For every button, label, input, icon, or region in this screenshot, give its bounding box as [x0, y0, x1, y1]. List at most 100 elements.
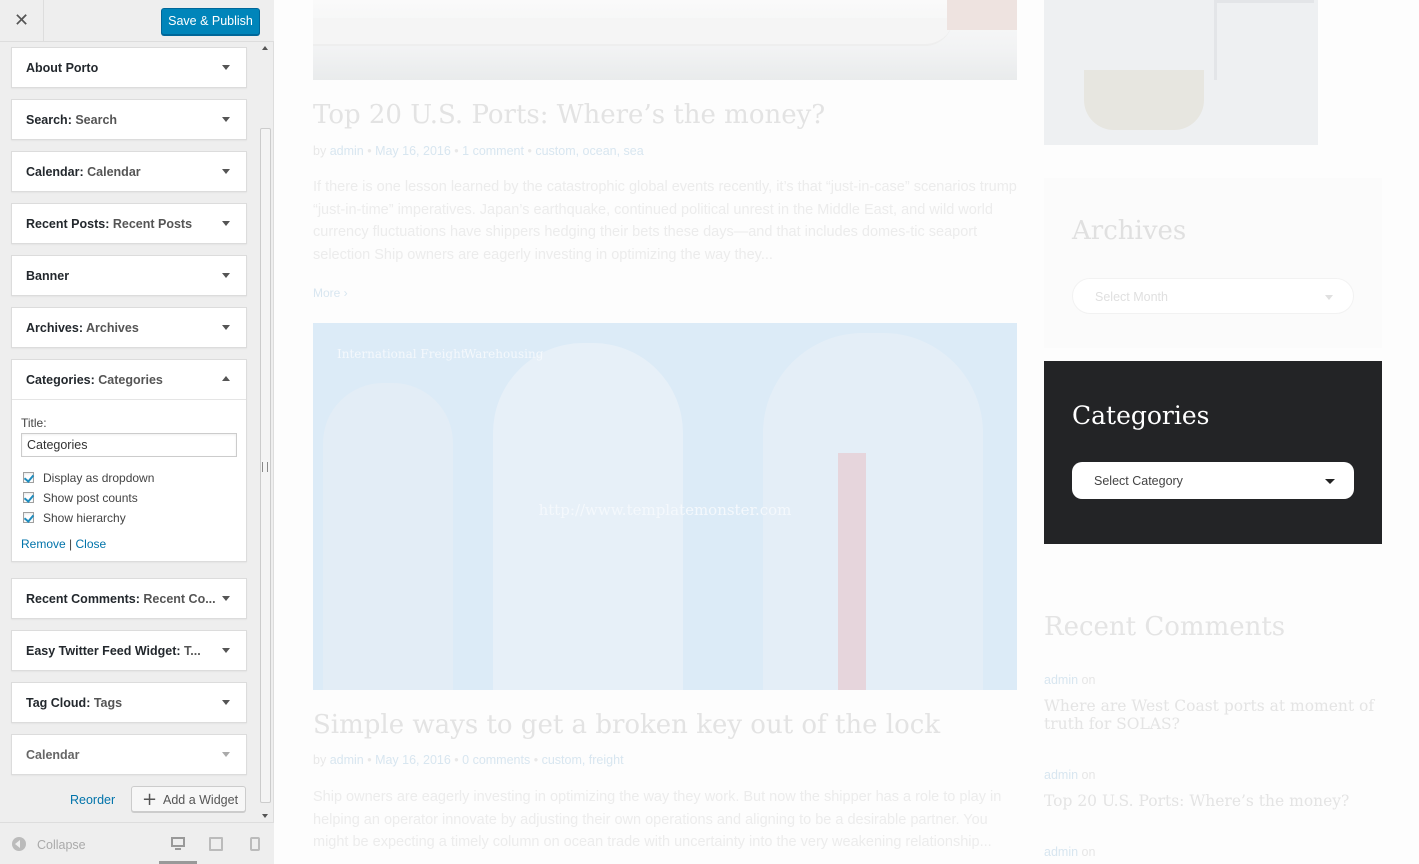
site-preview: Top 20 U.S. Ports: Where’s the money? by… [274, 0, 1419, 864]
post-meta: by admin • May 16, 2016 • 0 comments • c… [313, 753, 624, 767]
expand-arrow-icon[interactable] [222, 221, 230, 226]
customizer-sidebar: ✕ Save & Publish About Porto Search: Sea… [0, 0, 274, 864]
close-icon[interactable]: ✕ [0, 0, 44, 42]
category-tag[interactable]: Warehousing [464, 347, 543, 361]
expand-arrow-icon[interactable] [222, 596, 230, 601]
checkbox[interactable] [23, 492, 34, 503]
sidebar-image-port[interactable] [1044, 0, 1318, 145]
save-publish-button[interactable]: Save & Publish [161, 8, 260, 35]
remove-link[interactable]: Remove [21, 537, 66, 551]
widget-title: Calendar [26, 748, 80, 762]
expand-arrow-icon[interactable] [222, 325, 230, 330]
categories-title: Categories [1072, 401, 1210, 430]
expand-arrow-icon[interactable] [222, 117, 230, 122]
desktop-preview-icon[interactable] [171, 837, 185, 851]
chevron-down-icon [1325, 479, 1335, 484]
comment-post-link[interactable]: Where are West Coast ports at moment of … [1044, 697, 1384, 733]
expand-arrow-icon[interactable] [222, 169, 230, 174]
separator: | [69, 537, 73, 551]
plus-icon: + [142, 789, 158, 810]
collapse-arrow-icon[interactable] [222, 376, 230, 381]
show-post-counts-option[interactable]: Show post counts [21, 489, 237, 509]
checkbox[interactable] [23, 472, 34, 483]
categories-widget: Categories Select Category [1044, 361, 1382, 544]
title-label: Title: [21, 416, 47, 430]
widget-title: Archives: Archives [26, 321, 139, 335]
customizer-header: ✕ Save & Publish [0, 0, 274, 42]
archives-select[interactable]: Select Month [1072, 278, 1354, 314]
widget-recent-posts[interactable]: Recent Posts: Recent Posts [11, 203, 247, 244]
chevron-down-icon [1325, 295, 1333, 300]
widget-calendar-2[interactable]: Calendar [11, 734, 247, 775]
archives-title: Archives [1072, 216, 1187, 246]
post-image-ship[interactable] [313, 0, 1017, 80]
tablet-preview-icon[interactable] [209, 837, 223, 851]
comment-post-link[interactable]: Top 20 U.S. Ports: Where’s the money? [1044, 792, 1384, 810]
widget-tag-cloud[interactable]: Tag Cloud: Tags [11, 682, 247, 723]
reorder-link[interactable]: Reorder [70, 793, 115, 807]
recent-comments-title: Recent Comments [1044, 612, 1286, 642]
categories-widget-form: Title: Display as dropdown Show post cou… [12, 399, 246, 561]
customizer-footer: Collapse [0, 822, 274, 864]
author-link[interactable]: admin [330, 753, 364, 767]
widget-title: Calendar: Calendar [26, 165, 141, 179]
post-title[interactable]: Simple ways to get a broken key out of t… [313, 710, 940, 740]
post-meta: by admin • May 16, 2016 • 1 comment • cu… [313, 144, 644, 158]
widget-list: About Porto Search: Search Calendar: Cal… [0, 42, 258, 822]
comments-link[interactable]: 1 comment [462, 144, 524, 158]
add-widget-button[interactable]: + Add a Widget [131, 786, 246, 812]
post-title[interactable]: Top 20 U.S. Ports: Where’s the money? [313, 100, 825, 130]
widget-archives[interactable]: Archives: Archives [11, 307, 247, 348]
expand-arrow-icon[interactable] [222, 752, 230, 757]
show-hierarchy-option[interactable]: Show hierarchy [21, 509, 237, 529]
comments-link[interactable]: 0 comments [462, 753, 530, 767]
date-link[interactable]: May 16, 2016 [375, 144, 451, 158]
mobile-preview-icon[interactable] [250, 837, 260, 851]
title-input[interactable] [21, 433, 237, 457]
collapse-label[interactable]: Collapse [37, 838, 86, 852]
author-link[interactable]: admin [330, 144, 364, 158]
close-link[interactable]: Close [76, 537, 107, 551]
category-tag[interactable]: International Freight [337, 347, 466, 361]
scroll-down-arrow-icon[interactable] [262, 814, 268, 818]
post-image-team[interactable]: International Freight Warehousing http:/… [313, 323, 1017, 690]
widget-title: Categories: Categories [26, 373, 163, 387]
collapse-icon[interactable] [12, 837, 26, 851]
sidebar-scrollbar[interactable] [258, 42, 273, 822]
expand-arrow-icon[interactable] [222, 648, 230, 653]
widget-search[interactable]: Search: Search [11, 99, 247, 140]
widget-title: Recent Comments: Recent Co... [26, 592, 216, 606]
widget-calendar[interactable]: Calendar: Calendar [11, 151, 247, 192]
more-link[interactable]: More › [313, 286, 348, 300]
comment-author[interactable]: admin on [1044, 768, 1095, 782]
widget-about-porto[interactable]: About Porto [11, 47, 247, 88]
widget-title: Tag Cloud: Tags [26, 696, 123, 710]
post-excerpt: Ship owners are eagerly investing in opt… [313, 789, 1002, 850]
widget-title: Recent Posts: Recent Posts [26, 217, 193, 231]
checkbox[interactable] [23, 512, 34, 523]
widget-actions: Remove | Close [21, 537, 237, 551]
widget-recent-comments[interactable]: Recent Comments: Recent Co... [11, 578, 247, 619]
comment-author[interactable]: admin on [1044, 845, 1095, 859]
archives-widget: Archives Select Month [1044, 178, 1382, 348]
expand-arrow-icon[interactable] [222, 700, 230, 705]
widget-categories[interactable]: Categories: Categories Title: Display as… [11, 359, 247, 562]
comment-author[interactable]: admin on [1044, 673, 1095, 687]
post-excerpt: If there is one lesson learned by the ca… [313, 179, 1017, 263]
date-link[interactable]: May 16, 2016 [375, 753, 451, 767]
resize-grip-icon[interactable] [262, 462, 268, 472]
categories-select[interactable]: Select Category [1072, 462, 1354, 499]
image-url-text: http://www.templatemonster.com [538, 501, 792, 519]
display-dropdown-option[interactable]: Display as dropdown [21, 469, 237, 489]
tags-links[interactable]: custom, freight [542, 753, 624, 767]
widget-title: About Porto [26, 61, 99, 75]
widget-title: Easy Twitter Feed Widget: T... [26, 644, 201, 658]
widget-title: Banner [26, 269, 70, 283]
expand-arrow-icon[interactable] [222, 65, 230, 70]
widget-banner[interactable]: Banner [11, 255, 247, 296]
tags-links[interactable]: custom, ocean, sea [535, 144, 643, 158]
widget-easy-twitter-feed[interactable]: Easy Twitter Feed Widget: T... [11, 630, 247, 671]
scroll-up-arrow-icon[interactable] [262, 46, 268, 50]
widget-title: Search: Search [26, 113, 118, 127]
expand-arrow-icon[interactable] [222, 273, 230, 278]
